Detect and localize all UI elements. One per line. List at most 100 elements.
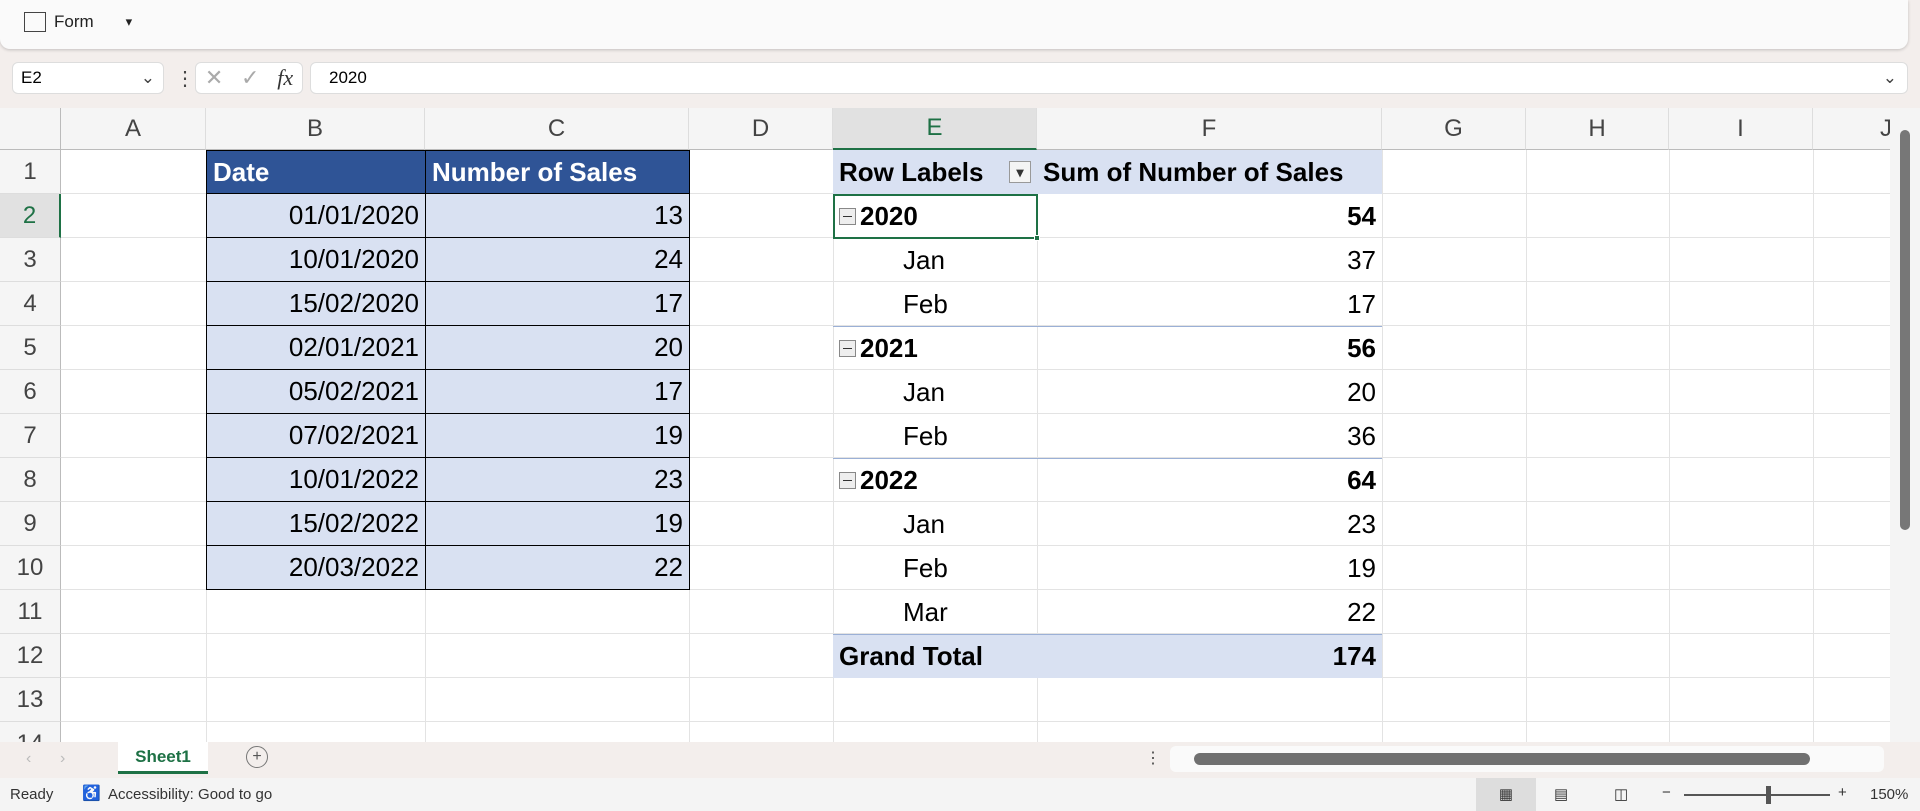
pivot-month-row[interactable]: Mar <box>833 590 1037 634</box>
date-cell[interactable]: 20/03/2022 <box>206 546 426 590</box>
column-header-h[interactable]: H <box>1526 108 1669 150</box>
vertical-scroll-thumb[interactable] <box>1900 130 1910 530</box>
pivot-value[interactable]: 56 <box>1037 326 1382 370</box>
row-header-14[interactable]: 14 <box>0 722 61 742</box>
zoom-level[interactable]: 150% <box>1870 786 1908 803</box>
sales-cell[interactable]: 24 <box>425 238 690 282</box>
column-header-i[interactable]: I <box>1669 108 1813 150</box>
expand-formula-icon[interactable]: ⌄ <box>1883 68 1897 88</box>
accessibility-status[interactable]: Accessibility: Good to go <box>108 786 272 803</box>
pivot-value[interactable]: 17 <box>1037 282 1382 326</box>
sheet-tab-sheet1[interactable]: Sheet1 <box>118 742 208 774</box>
next-sheet-icon[interactable]: › <box>60 750 65 768</box>
row-header-13[interactable]: 13 <box>0 678 61 722</box>
page-layout-icon[interactable]: ▤ <box>1554 785 1568 803</box>
pivot-value[interactable]: 22 <box>1037 590 1382 634</box>
pivot-month-row[interactable]: Feb <box>833 414 1037 458</box>
horizontal-scroll-thumb[interactable] <box>1194 753 1810 765</box>
sales-cell[interactable]: 13 <box>425 194 690 238</box>
filter-dropdown-icon[interactable]: ▾ <box>1009 161 1031 183</box>
row-header-4[interactable]: 4 <box>0 282 61 326</box>
row-header-7[interactable]: 7 <box>0 414 61 458</box>
enter-icon[interactable]: ✓ <box>241 65 259 91</box>
sales-cell[interactable]: 22 <box>425 546 690 590</box>
prev-sheet-icon[interactable]: ‹ <box>26 750 31 768</box>
sales-cell[interactable]: 19 <box>425 414 690 458</box>
row-header-6[interactable]: 6 <box>0 370 61 414</box>
row-header-1[interactable]: 1 <box>0 150 61 194</box>
table-header[interactable]: Date <box>206 150 426 194</box>
customize-dropdown-icon[interactable]: ▾ <box>126 14 133 30</box>
fill-handle[interactable] <box>1034 235 1040 241</box>
date-cell[interactable]: 15/02/2020 <box>206 282 426 326</box>
formula-input[interactable]: 2020 ⌄ <box>310 62 1908 94</box>
insert-function-icon[interactable]: fx <box>277 65 293 91</box>
name-box[interactable]: E2 ⌄ <box>12 62 164 94</box>
worksheet-grid[interactable]: ABCDEFGHIJ1234567891011121314DateNumber … <box>0 108 1890 742</box>
pivot-value[interactable]: 19 <box>1037 546 1382 590</box>
sales-cell[interactable]: 20 <box>425 326 690 370</box>
sales-cell[interactable]: 19 <box>425 502 690 546</box>
grand-total-label[interactable]: Grand Total <box>833 634 1037 678</box>
collapse-icon[interactable] <box>839 472 856 489</box>
date-cell[interactable]: 01/01/2020 <box>206 194 426 238</box>
pivot-value[interactable]: 37 <box>1037 238 1382 282</box>
pivot-month-row[interactable]: Jan <box>833 370 1037 414</box>
normal-view-icon[interactable]: ▦ <box>1476 778 1536 811</box>
pivot-month-row[interactable]: Feb <box>833 282 1037 326</box>
horizontal-scrollbar[interactable] <box>1170 746 1884 772</box>
row-header-9[interactable]: 9 <box>0 502 61 546</box>
collapse-icon[interactable] <box>839 340 856 357</box>
column-header-a[interactable]: A <box>61 108 206 150</box>
form-button[interactable]: Form ▾ <box>24 12 132 32</box>
zoom-slider-thumb[interactable] <box>1766 786 1771 804</box>
vertical-scrollbar[interactable] <box>1890 108 1920 742</box>
cancel-icon[interactable]: ✕ <box>205 65 223 91</box>
row-header-2[interactable]: 2 <box>0 194 61 238</box>
pivot-month-row[interactable]: Jan <box>833 238 1037 282</box>
pivot-year-row[interactable]: 2021 <box>833 326 1037 370</box>
row-header-10[interactable]: 10 <box>0 546 61 590</box>
column-header-g[interactable]: G <box>1382 108 1526 150</box>
zoom-in-icon[interactable]: + <box>1838 784 1847 801</box>
pivot-values-header[interactable]: Sum of Number of Sales <box>1037 150 1382 194</box>
pivot-value[interactable]: 36 <box>1037 414 1382 458</box>
chevron-down-icon[interactable]: ⌄ <box>141 68 155 88</box>
column-header-f[interactable]: F <box>1037 108 1382 150</box>
row-header-5[interactable]: 5 <box>0 326 61 370</box>
date-cell[interactable]: 05/02/2021 <box>206 370 426 414</box>
page-break-preview-icon[interactable]: ◫ <box>1614 785 1628 803</box>
row-header-11[interactable]: 11 <box>0 590 61 634</box>
date-cell[interactable]: 10/01/2020 <box>206 238 426 282</box>
sales-cell[interactable]: 17 <box>425 370 690 414</box>
date-cell[interactable]: 10/01/2022 <box>206 458 426 502</box>
pivot-value[interactable]: 54 <box>1037 194 1382 238</box>
table-header[interactable]: Number of Sales <box>425 150 690 194</box>
pivot-month-row[interactable]: Feb <box>833 546 1037 590</box>
column-header-j[interactable]: J <box>1813 108 1890 150</box>
row-header-8[interactable]: 8 <box>0 458 61 502</box>
pivot-value[interactable]: 64 <box>1037 458 1382 502</box>
pivot-row-labels-header[interactable]: Row Labels ▾ <box>833 150 1037 194</box>
sales-cell[interactable]: 17 <box>425 282 690 326</box>
pivot-value[interactable]: 23 <box>1037 502 1382 546</box>
more-icon[interactable]: ⋮ <box>1145 748 1161 768</box>
pivot-value[interactable]: 20 <box>1037 370 1382 414</box>
date-cell[interactable]: 02/01/2021 <box>206 326 426 370</box>
pivot-year-row[interactable]: 2022 <box>833 458 1037 502</box>
zoom-slider[interactable] <box>1684 786 1830 804</box>
accessibility-icon[interactable]: ♿ <box>82 784 101 802</box>
more-icon[interactable]: ⋮ <box>175 66 195 91</box>
zoom-out-icon[interactable]: − <box>1662 784 1671 801</box>
select-all-button[interactable] <box>0 108 61 150</box>
column-header-b[interactable]: B <box>206 108 425 150</box>
sales-cell[interactable]: 23 <box>425 458 690 502</box>
grand-total-value[interactable]: 174 <box>1037 634 1382 678</box>
column-header-d[interactable]: D <box>689 108 833 150</box>
row-header-12[interactable]: 12 <box>0 634 61 678</box>
add-sheet-icon[interactable]: + <box>246 746 268 768</box>
date-cell[interactable]: 15/02/2022 <box>206 502 426 546</box>
date-cell[interactable]: 07/02/2021 <box>206 414 426 458</box>
row-header-3[interactable]: 3 <box>0 238 61 282</box>
column-header-e[interactable]: E <box>833 108 1037 150</box>
